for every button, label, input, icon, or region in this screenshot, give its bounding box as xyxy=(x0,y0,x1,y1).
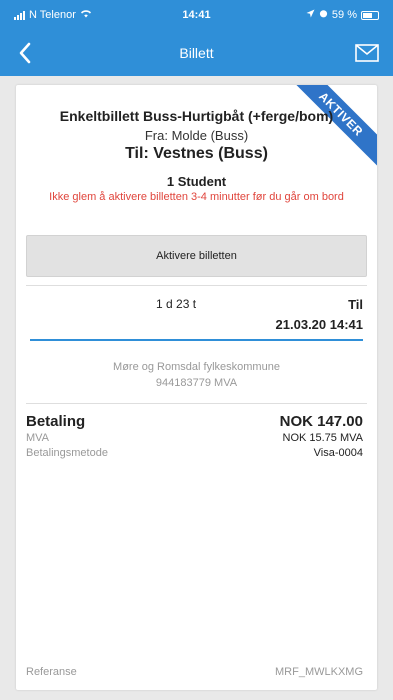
vat-value: NOK 15.75 MVA xyxy=(282,432,364,444)
vat-label: MVA xyxy=(26,432,50,444)
divider xyxy=(26,403,367,404)
battery-percent: 59 % xyxy=(331,9,357,21)
activate-ticket-button[interactable]: Aktivere billetten xyxy=(26,235,367,277)
status-bar: N Telenor 14:41 59 % xyxy=(0,0,393,30)
mail-button[interactable] xyxy=(353,40,381,66)
validity-duration: 1 d 23 t xyxy=(156,297,197,311)
reference-value: MRF_MWLKXMG xyxy=(275,666,363,678)
issuer-name: Møre og Romsdal fylkeskommune xyxy=(113,361,280,373)
ticket-card: AKTIVER Enkeltbillett Buss-Hurtigbåt (+f… xyxy=(16,85,377,690)
payment-amount: NOK 147.00 xyxy=(279,413,363,430)
valid-until-label: Til xyxy=(348,297,363,312)
payment-method-label: Betalingsmetode xyxy=(26,447,108,459)
ticket-title: Enkeltbillett Buss-Hurtigbåt (+ferge/bom… xyxy=(59,108,334,124)
valid-until-date: 21.03.20 14:41 xyxy=(275,317,363,332)
battery-icon xyxy=(361,10,379,20)
reference-label: Referanse xyxy=(26,666,77,678)
ticket-to: Til: Vestnes (Buss) xyxy=(125,145,268,162)
payment-method-value: Visa-0004 xyxy=(313,447,363,459)
alarm-icon xyxy=(319,9,328,21)
page-title: Billett xyxy=(179,45,214,61)
passenger-type: 1 Student xyxy=(166,174,227,189)
issuer-org-number: 944183779 MVA xyxy=(155,377,238,389)
location-icon xyxy=(306,9,315,21)
payment-label: Betaling xyxy=(26,413,86,430)
divider xyxy=(26,285,367,286)
navigation-bar: Billett xyxy=(0,30,393,76)
validity-progress-bar xyxy=(30,339,363,341)
envelope-icon xyxy=(355,44,379,62)
activation-warning: Ikke glem å aktivere billetten 3-4 minut… xyxy=(49,191,344,203)
status-right: 59 % xyxy=(306,9,379,21)
ticket-from: Fra: Molde (Buss) xyxy=(144,128,249,143)
